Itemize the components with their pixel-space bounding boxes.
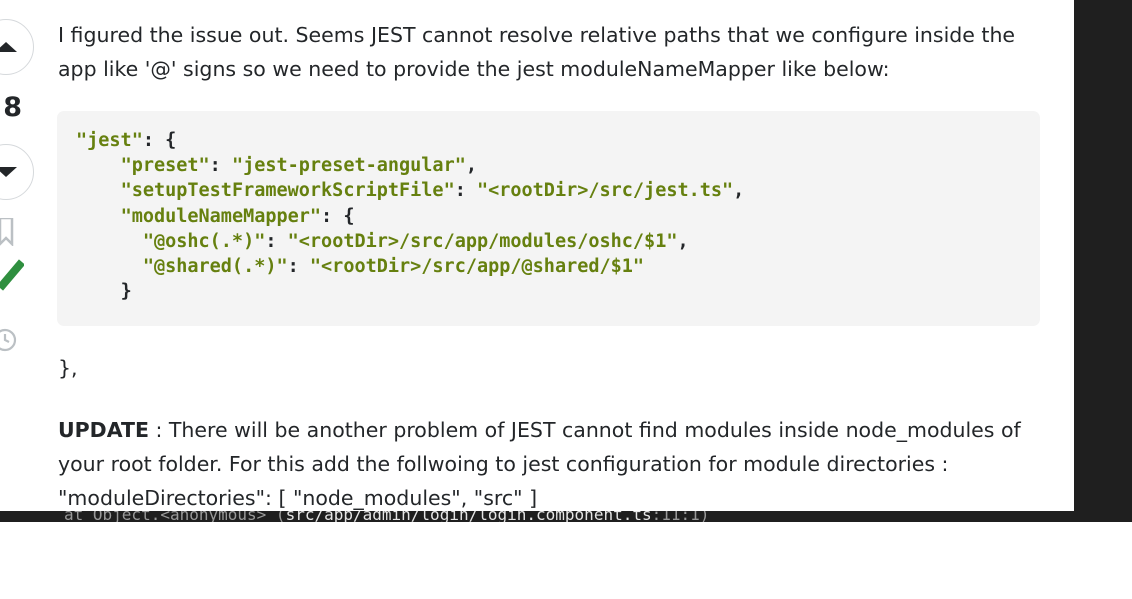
- upvote-button[interactable]: [0, 19, 34, 75]
- update-text: : There will be another problem of JEST …: [58, 418, 1021, 510]
- terminal-line: at Object.<anonymous> (src/app/admin/log…: [64, 511, 710, 522]
- code-content: "jest": { "preset": "jest-preset-angular…: [76, 130, 745, 303]
- terminal-output-strip: at Object.<anonymous> (src/app/admin/log…: [0, 511, 1132, 522]
- answer-intro: I figured the issue out. Seems JEST cann…: [58, 23, 1016, 81]
- code-block: "jest": { "preset": "jest-preset-angular…: [57, 111, 1040, 326]
- answer-body: I figured the issue out. Seems JEST cann…: [58, 18, 1048, 86]
- vote-column: 8: [0, 0, 40, 400]
- update-label: UPDATE: [58, 418, 149, 442]
- vote-count: 8: [3, 92, 22, 123]
- dark-side-panel: [1074, 0, 1132, 522]
- accepted-check-icon: [0, 259, 24, 291]
- bookmark-icon[interactable]: [0, 218, 14, 246]
- history-icon[interactable]: [0, 326, 18, 354]
- downvote-button[interactable]: [0, 144, 34, 200]
- code-closing-text: },: [58, 356, 78, 380]
- arrow-up-icon: [0, 42, 17, 52]
- update-paragraph: UPDATE : There will be another problem o…: [58, 413, 1048, 515]
- arrow-down-icon: [0, 167, 17, 177]
